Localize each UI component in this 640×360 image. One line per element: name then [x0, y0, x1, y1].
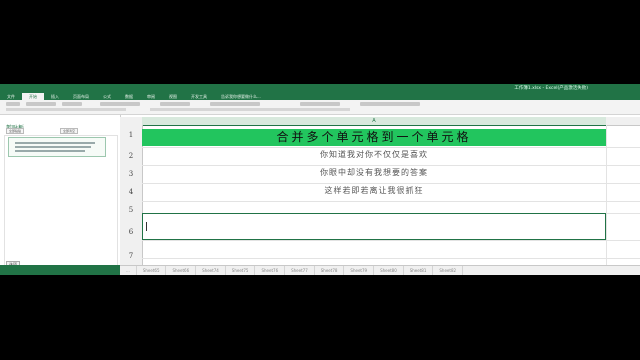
row-header[interactable]: 2 — [120, 152, 142, 160]
sheet-tab[interactable]: Sheet80 — [374, 266, 404, 275]
paste-icon[interactable] — [6, 102, 20, 106]
clear-all-button[interactable]: 全部清空 — [60, 128, 79, 134]
font-size-icon[interactable] — [62, 102, 82, 106]
sheet-tab[interactable]: Sheet82 — [433, 266, 464, 275]
tab-data[interactable]: 数据 — [118, 93, 140, 100]
ribbon-toolbar — [0, 100, 640, 115]
tell-me-search[interactable]: 告诉我你想要做什么... — [214, 93, 268, 100]
editing-group-icon[interactable] — [360, 102, 420, 106]
number-format-icon[interactable] — [160, 102, 190, 106]
tab-formulas[interactable]: 公式 — [96, 93, 118, 100]
sheet-tab[interactable]: Sheet81 — [404, 266, 434, 275]
cells-group-icon[interactable] — [300, 102, 340, 106]
cell-a3[interactable]: 你眼中却没有我想要的答案 — [142, 167, 606, 178]
cell-a2[interactable]: 你知道我对你不仅仅是喜欢 — [142, 149, 606, 160]
row-header[interactable]: 4 — [120, 188, 142, 196]
status-bar-left — [0, 265, 120, 275]
merged-title-cell[interactable]: 合并多个单元格到一个单元格 — [142, 129, 606, 146]
sheet-tab[interactable]: Sheet74 — [196, 266, 226, 275]
row-header[interactable]: 1 — [120, 131, 142, 139]
active-cell-a6[interactable] — [142, 213, 606, 240]
ribbon-row-2 — [6, 108, 126, 111]
sheet-tab-more[interactable]: ... — [120, 266, 137, 275]
sheet-tab[interactable]: Sheet77 — [285, 266, 315, 275]
ribbon-tabs: 文件 开始 插入 页面布局 公式 数据 审阅 视图 开发工具 告诉我你想要做什么… — [0, 93, 640, 100]
tab-review[interactable]: 审阅 — [140, 93, 162, 100]
tab-insert[interactable]: 插入 — [44, 93, 66, 100]
row-headers: 1 2 3 4 5 6 7 — [120, 125, 143, 265]
row-header[interactable]: 3 — [120, 170, 142, 178]
tab-page-layout[interactable]: 页面布局 — [66, 93, 96, 100]
tab-file[interactable]: 文件 — [0, 93, 22, 100]
sheet-tab[interactable]: Sheet75 — [226, 266, 256, 275]
window-title: 工作簿1.xlsx - Excel(产品激活失败) — [514, 86, 588, 91]
clipboard-pane: 剪贴板 全部粘贴 全部清空 选项 — [0, 115, 121, 275]
row-header[interactable]: 5 — [120, 206, 142, 214]
styles-group-icon[interactable] — [210, 102, 260, 106]
alignment-group-icon[interactable] — [100, 102, 140, 106]
excel-window: 工作簿1.xlsx - Excel(产品激活失败) 文件 开始 插入 页面布局 … — [0, 84, 640, 275]
tab-home[interactable]: 开始 — [22, 93, 44, 100]
sheet-tab[interactable]: Sheet65 — [137, 266, 167, 275]
cell-a4[interactable]: 这样若即若离让我很抓狂 — [142, 185, 606, 196]
tab-developer[interactable]: 开发工具 — [184, 93, 214, 100]
row-header[interactable]: 6 — [120, 228, 142, 236]
row-header[interactable]: 7 — [120, 252, 142, 260]
cell-grid[interactable]: 合并多个单元格到一个单元格 你知道我对你不仅仅是喜欢 你眼中却没有我想要的答案 … — [142, 125, 640, 265]
paste-all-button[interactable]: 全部粘贴 — [6, 128, 25, 134]
sheet-tab[interactable]: Sheet76 — [255, 266, 286, 275]
title-bar: 工作簿1.xlsx - Excel(产品激活失败) — [0, 84, 640, 93]
tab-view[interactable]: 视图 — [162, 93, 184, 100]
sheet-tab[interactable]: Sheet79 — [344, 266, 375, 275]
clipboard-item[interactable] — [8, 137, 106, 157]
text-cursor — [146, 222, 147, 231]
ribbon-row-2b — [150, 108, 350, 111]
font-group-icon[interactable] — [26, 102, 56, 106]
sheet-tab[interactable]: Sheet66 — [166, 266, 197, 275]
sheet-tab[interactable]: Sheet78 — [315, 266, 345, 275]
sheet-tabs: ... Sheet65 Sheet66 Sheet74 Sheet75 Shee… — [120, 265, 640, 275]
